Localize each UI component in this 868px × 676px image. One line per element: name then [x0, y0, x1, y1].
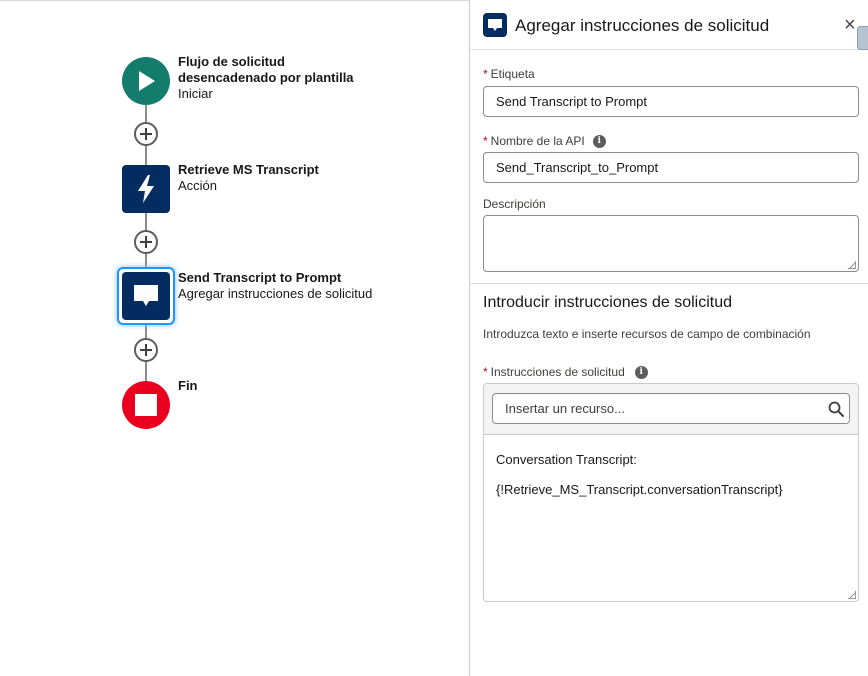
info-icon[interactable]: i — [634, 365, 648, 379]
prompt-node[interactable] — [122, 272, 170, 320]
required-marker: * — [483, 67, 488, 81]
editor-toolbar: Insertar un recurso... — [484, 384, 858, 435]
action-node[interactable] — [122, 165, 170, 213]
chat-icon — [134, 285, 158, 306]
plus-icon — [140, 344, 152, 356]
required-marker: * — [483, 365, 488, 379]
api-name-field-text: Nombre de la API — [490, 134, 585, 148]
required-marker: * — [483, 134, 488, 148]
panel-collapse-tab[interactable] — [857, 26, 868, 50]
section-title: Introducir instrucciones de solicitud — [483, 294, 733, 311]
play-icon — [139, 71, 155, 91]
add-element-button[interactable] — [134, 230, 158, 254]
api-name-field-label: * Nombre de la API i — [483, 134, 606, 148]
lightning-icon — [138, 175, 154, 203]
instructions-field-text: Instrucciones de solicitud — [490, 365, 625, 379]
description-field-text: Descripción — [483, 197, 546, 211]
prompt-node-title: Send Transcript to Prompt — [178, 270, 342, 285]
add-element-button[interactable] — [134, 338, 158, 362]
merge-field-reference: {!Retrieve_MS_Transcript.conversationTra… — [496, 482, 783, 497]
panel-title: Agregar instrucciones de solicitud — [515, 16, 770, 35]
add-element-button[interactable] — [134, 122, 158, 146]
label-field-text: Etiqueta — [490, 67, 535, 81]
prompt-node-label: Send Transcript to Prompt Agregar instru… — [178, 270, 372, 302]
close-button[interactable]: × — [844, 15, 856, 35]
plus-icon — [140, 236, 152, 248]
label-input[interactable]: Send Transcript to Prompt — [483, 86, 859, 117]
end-node-label: Fin — [178, 378, 198, 394]
resize-handle[interactable] — [848, 261, 856, 269]
plus-icon — [140, 128, 152, 140]
api-name-input[interactable]: Send_Transcript_to_Prompt — [483, 152, 859, 183]
flow-canvas: Flujo de solicitud desencadenado por pla… — [0, 0, 469, 676]
start-node-label: Flujo de solicitud desencadenado por pla… — [178, 54, 354, 102]
resource-search-input[interactable]: Insertar un recurso... — [492, 393, 850, 424]
start-node[interactable] — [122, 57, 170, 105]
info-icon[interactable]: i — [592, 134, 606, 148]
prompt-instructions-editor[interactable]: Insertar un recurso... Conversation Tran… — [483, 383, 859, 602]
section-description: Introduzca texto e inserte recursos de c… — [483, 327, 811, 341]
search-icon[interactable] — [828, 401, 844, 417]
label-field-label: * Etiqueta — [483, 67, 535, 81]
end-node-title: Fin — [178, 378, 198, 393]
start-node-subtitle: Iniciar — [178, 86, 213, 101]
panel-header: Agregar instrucciones de solicitud × — [470, 0, 868, 50]
section-divider — [470, 283, 868, 284]
description-textarea[interactable] — [483, 215, 859, 272]
action-node-label: Retrieve MS Transcript Acción — [178, 162, 319, 194]
properties-panel: Agregar instrucciones de solicitud × * E… — [469, 0, 868, 676]
start-node-title-line1: Flujo de solicitud — [178, 54, 285, 69]
resize-handle[interactable] — [848, 591, 856, 599]
resource-search-placeholder: Insertar un recurso... — [505, 401, 625, 416]
editor-line: Conversation Transcript: — [496, 452, 637, 467]
end-node[interactable] — [122, 381, 170, 429]
prompt-node-subtitle: Agregar instrucciones de solicitud — [178, 286, 373, 301]
instructions-field-label: * Instrucciones de solicitud i — [483, 365, 648, 379]
stop-icon — [135, 394, 157, 416]
action-node-title: Retrieve MS Transcript — [178, 162, 319, 177]
description-field-label: Descripción — [483, 197, 546, 211]
start-node-title-line2: desencadenado por plantilla — [178, 70, 354, 85]
chat-icon — [483, 13, 507, 37]
action-node-subtitle: Acción — [178, 178, 218, 193]
editor-content[interactable]: Conversation Transcript: {!Retrieve_MS_T… — [496, 452, 783, 512]
